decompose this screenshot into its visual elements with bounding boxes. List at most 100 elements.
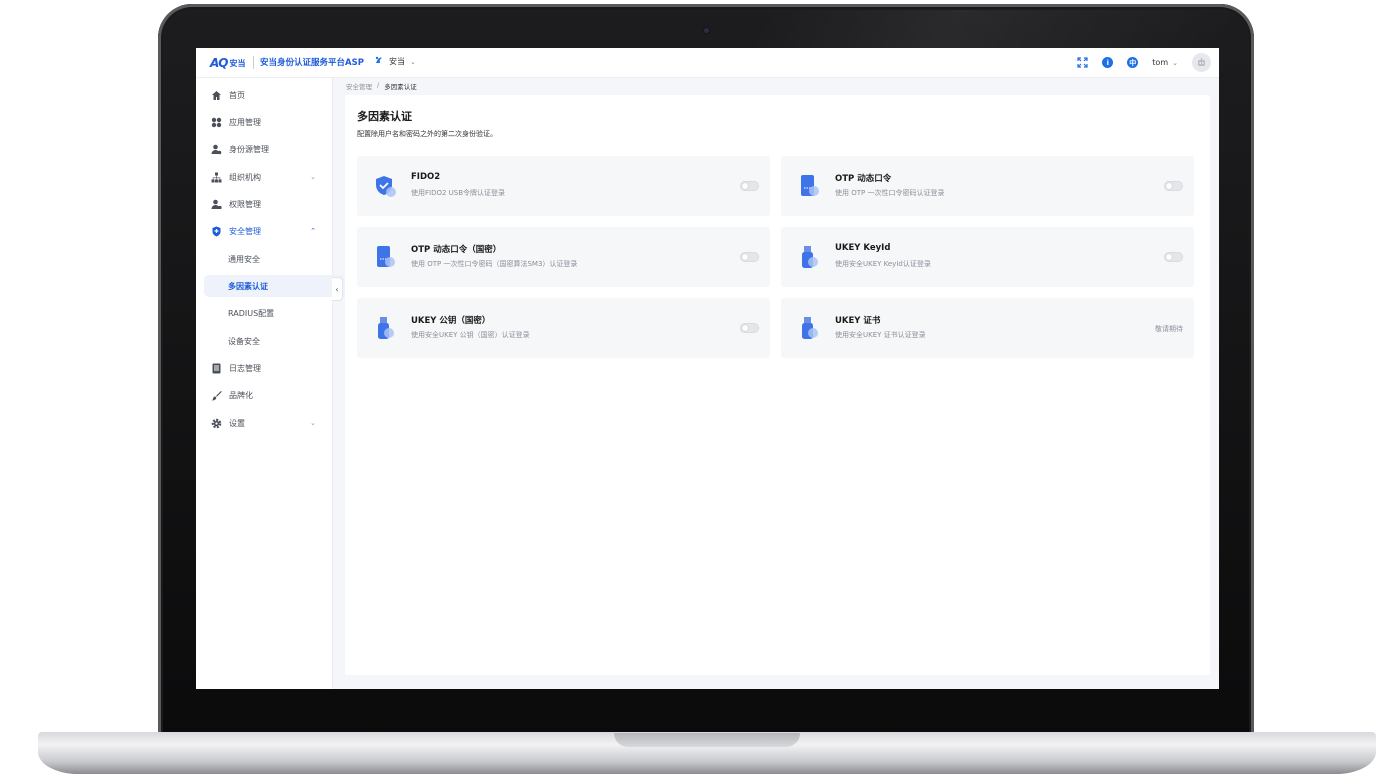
- fido2-toggle[interactable]: [740, 181, 759, 191]
- sidebar-item-label: 首页: [229, 90, 245, 100]
- sidebar-item-identity-source[interactable]: 身份源管理: [204, 138, 323, 160]
- screen: AQ 安当 安当身份认证服务平台ASP 安当 ⌄ i 中 tom ⌄ 首页 应用…: [196, 48, 1219, 689]
- sidebar-item-logs[interactable]: 日志管理: [204, 357, 323, 379]
- otp-toggle[interactable]: [1164, 181, 1183, 191]
- sidebar-item-label: 日志管理: [229, 363, 261, 373]
- usb-key-icon: [797, 245, 821, 269]
- otp-phone-icon: [373, 245, 397, 269]
- sidebar-item-settings[interactable]: 设置 ⌄: [204, 412, 323, 434]
- log-icon: [211, 363, 222, 374]
- ukey-pubkey-toggle[interactable]: [740, 323, 759, 333]
- sidebar-item-label: RADIUS配置: [228, 308, 275, 318]
- sidebar-item-device-security[interactable]: 设备安全: [204, 330, 347, 352]
- usb-key-icon: [797, 316, 821, 340]
- chevron-down-icon: ⌄: [410, 57, 416, 66]
- user-source-icon: [211, 144, 222, 155]
- home-icon: [211, 90, 222, 101]
- sidebar-item-label: 权限管理: [229, 199, 261, 209]
- mfa-card-ukey-keyid: UKEY KeyId 使用安全UKEY KeyId认证登录: [781, 227, 1194, 287]
- usb-key-icon: [373, 316, 397, 340]
- card-description: 使用FIDO2 USB令牌认证登录: [411, 189, 506, 197]
- fullscreen-icon[interactable]: [1077, 53, 1088, 72]
- card-description: 使用 OTP 一次性口令密码（国密算法SM3）认证登录: [411, 260, 578, 268]
- coming-soon-label: 敬请期待: [1155, 325, 1183, 333]
- breadcrumb-separator: /: [377, 81, 380, 89]
- main-content: 多因素认证 配置除用户名和密码之外的第二次身份验证。 FIDO2 使用FIDO2…: [345, 95, 1210, 675]
- logo-text: 安当: [229, 58, 246, 68]
- card-title: UKEY KeyId: [835, 243, 891, 253]
- chevron-up-icon: ⌃: [310, 227, 316, 235]
- fido-shield-icon: [373, 174, 397, 198]
- otp-sm3-toggle[interactable]: [740, 252, 759, 262]
- card-title: OTP 动态口令（国密）: [411, 245, 502, 255]
- laptop-notch: [614, 733, 800, 747]
- sidebar-item-security[interactable]: 安全管理 ⌃: [204, 220, 323, 242]
- logo-divider: [253, 56, 254, 69]
- sidebar-item-label: 安全管理: [229, 226, 261, 236]
- mfa-card-fido2: FIDO2 使用FIDO2 USB令牌认证登录: [357, 156, 770, 216]
- mfa-card-ukey-pubkey: UKEY 公钥（国密） 使用安全UKEY 公钥（国密）认证登录: [357, 298, 770, 358]
- sidebar-item-label: 组织机构: [229, 172, 261, 182]
- chevron-down-icon: ⌄: [310, 419, 316, 427]
- sidebar-item-radius[interactable]: RADIUS配置: [204, 302, 347, 324]
- sidebar-collapse-button[interactable]: ‹: [332, 277, 343, 301]
- card-description: 使用安全UKEY 证书认证登录: [835, 331, 926, 339]
- chevron-down-icon: ⌄: [1172, 58, 1178, 67]
- mfa-card-otp-sm3: OTP 动态口令（国密） 使用 OTP 一次性口令密码（国密算法SM3）认证登录: [357, 227, 770, 287]
- chevron-down-icon: ⌄: [310, 173, 316, 181]
- card-description: 使用 OTP 一次性口令密码认证登录: [835, 189, 945, 197]
- sidebar-item-label: 通用安全: [228, 254, 260, 264]
- card-description: 使用安全UKEY KeyId认证登录: [835, 260, 931, 268]
- sidebar-item-mfa[interactable]: 多因素认证: [204, 275, 347, 297]
- screen-glare: [751, 10, 1239, 48]
- card-title: OTP 动态口令: [835, 174, 892, 184]
- chevron-left-icon: ‹: [335, 284, 339, 294]
- page-title: 多因素认证: [357, 110, 412, 123]
- sidebar-item-branding[interactable]: 品牌化: [204, 384, 323, 406]
- sidebar-item-label: 设置: [229, 418, 245, 428]
- sidebar-item-organization[interactable]: 组织机构 ⌄: [204, 166, 323, 188]
- breadcrumb-current: 多因素认证: [384, 83, 417, 91]
- sidebar-item-label: 多因素认证: [228, 281, 268, 291]
- page-description: 配置除用户名和密码之外的第二次身份验证。: [357, 130, 497, 138]
- user-menu[interactable]: tom ⌄: [1152, 58, 1178, 67]
- card-title: UKEY 证书: [835, 316, 881, 326]
- logo-mark: AQ: [210, 56, 228, 70]
- tenant-switcher[interactable]: 安当 ⌄: [374, 55, 416, 68]
- sidebar-item-home[interactable]: 首页: [204, 84, 323, 106]
- mfa-card-ukey-cert: UKEY 证书 使用安全UKEY 证书认证登录 敬请期待: [781, 298, 1194, 358]
- sidebar: 首页 应用管理 身份源管理 组织机构 ⌄ 权限管理 安全管理 ⌃ 通用安全 多因…: [196, 78, 347, 689]
- card-title: UKEY 公钥（国密）: [411, 316, 491, 326]
- sidebar-item-label: 设备安全: [228, 336, 260, 346]
- card-description: 使用安全UKEY 公钥（国密）认证登录: [411, 331, 530, 339]
- language-icon[interactable]: 中: [1127, 57, 1139, 68]
- tenant-icon: [374, 55, 384, 68]
- gear-icon: [211, 418, 222, 429]
- avatar[interactable]: [1192, 53, 1211, 72]
- shield-icon: [211, 226, 222, 237]
- info-icon[interactable]: i: [1102, 57, 1114, 68]
- header-actions: i 中 tom ⌄: [1077, 52, 1211, 73]
- user-name: tom: [1152, 58, 1169, 67]
- otp-phone-icon: [797, 174, 821, 198]
- breadcrumb: 安全管理 / 多因素认证: [346, 81, 417, 91]
- logo[interactable]: AQ 安当: [210, 55, 246, 71]
- camera-icon: [702, 26, 711, 35]
- top-bar: AQ 安当 安当身份认证服务平台ASP 安当 ⌄ i 中 tom ⌄: [196, 48, 1219, 78]
- mfa-card-otp: OTP 动态口令 使用 OTP 一次性口令密码认证登录: [781, 156, 1194, 216]
- org-tree-icon: [211, 172, 222, 183]
- brush-icon: [211, 390, 222, 401]
- user-lock-icon: [211, 199, 222, 210]
- sidebar-item-label: 品牌化: [229, 390, 253, 400]
- sidebar-item-apps[interactable]: 应用管理: [204, 111, 323, 133]
- sidebar-item-permissions[interactable]: 权限管理: [204, 193, 323, 215]
- sidebar-item-general-security[interactable]: 通用安全: [204, 248, 347, 270]
- sidebar-item-label: 身份源管理: [229, 144, 269, 154]
- app-title: 安当身份认证服务平台ASP: [260, 58, 364, 68]
- tenant-label: 安当: [389, 57, 405, 66]
- apps-icon: [211, 117, 222, 128]
- card-title: FIDO2: [411, 172, 441, 182]
- breadcrumb-parent[interactable]: 安全管理: [346, 81, 372, 91]
- ukey-keyid-toggle[interactable]: [1164, 252, 1183, 262]
- sidebar-item-label: 应用管理: [229, 117, 261, 127]
